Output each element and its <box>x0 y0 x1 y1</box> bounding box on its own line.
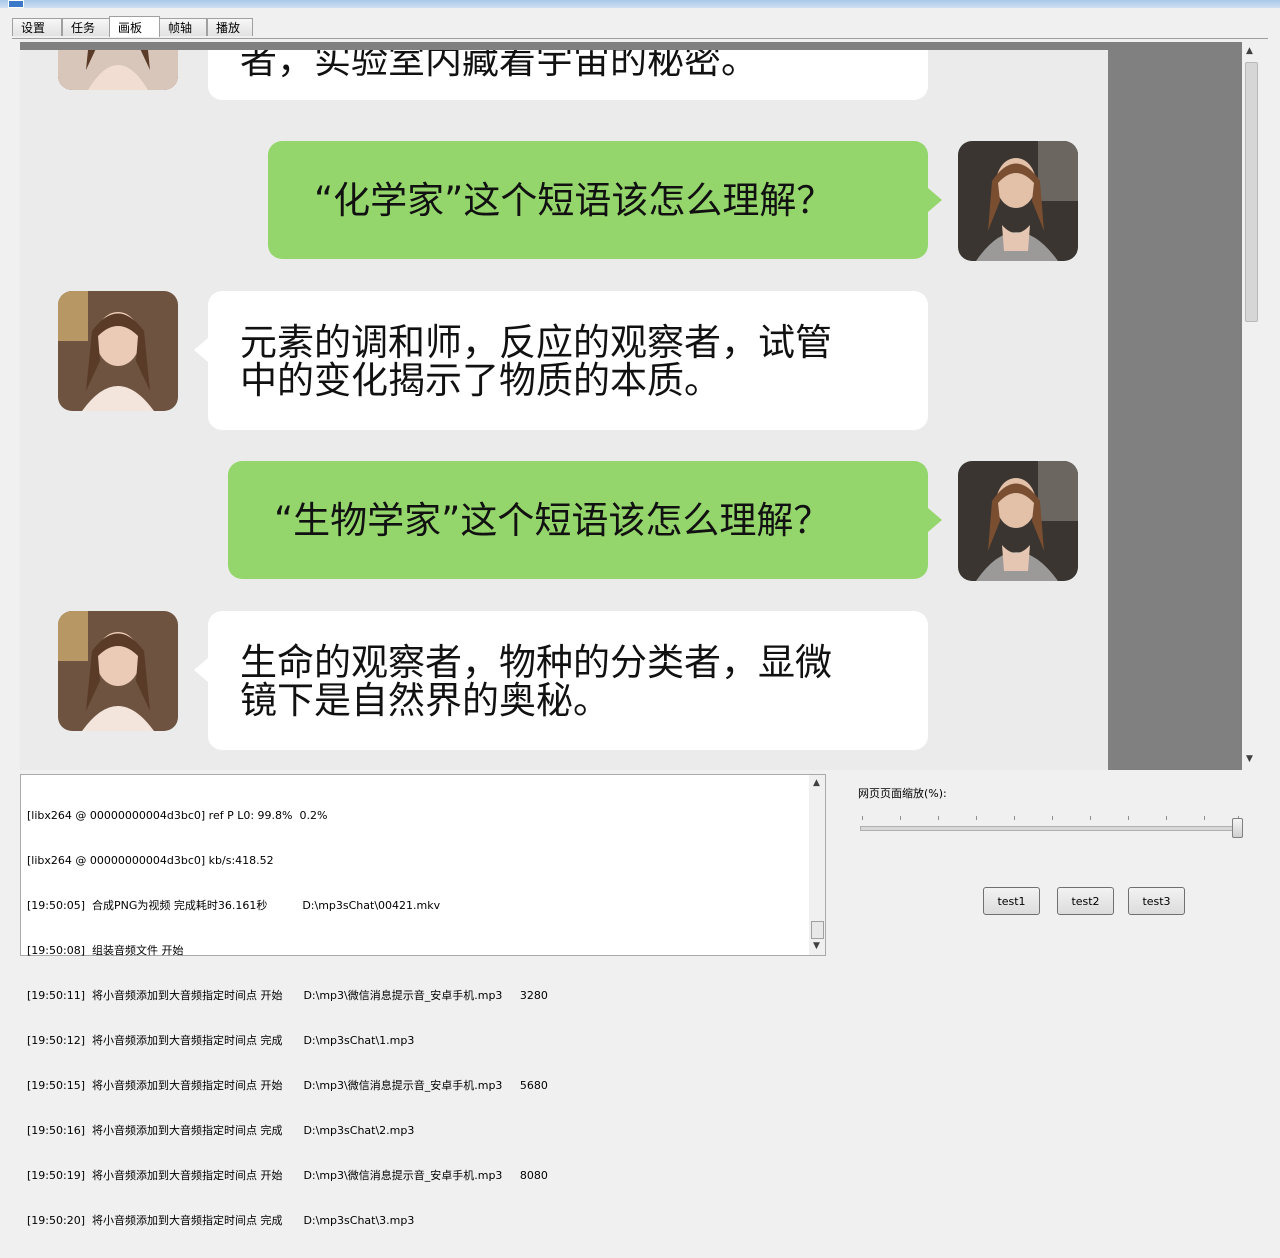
message-text-line: 生命的观察者，物种的分类者，显微 <box>240 641 832 684</box>
tab-settings[interactable]: 设置 <box>12 18 62 36</box>
scrollbar-thumb[interactable] <box>1245 62 1258 322</box>
app-icon <box>8 0 24 8</box>
chat-bubble-left: 生命的观察者，物种的分类者，显微 镜下是自然界的奥秘。 <box>208 611 928 750</box>
message-text: “化学家”这个短语该怎么理解？ <box>314 179 834 222</box>
log-line: [libx264 @ 00000000004d3bc0] ref P L0: 9… <box>27 809 328 822</box>
log-line: [19:50:12] 将小音频添加到大音频指定时间点 完成 D:\mp3sCha… <box>27 1034 415 1047</box>
slider-tick <box>900 816 901 820</box>
slider-tick <box>1204 816 1205 820</box>
avatar-left <box>58 291 178 411</box>
slider-tick <box>1052 816 1053 820</box>
slider-tick <box>862 816 863 820</box>
chat-bubble-left: 者，实验室内藏着宇宙的秘密。 <box>208 50 928 100</box>
chat-bubble-right: “化学家”这个短语该怎么理解？ <box>268 141 928 259</box>
person-photo-icon <box>58 611 178 731</box>
slider-tick <box>1090 816 1091 820</box>
slider-tick <box>1014 816 1015 820</box>
tab-timeline[interactable]: 帧轴 <box>159 18 207 36</box>
down-arrow-icon[interactable]: ▼ <box>1246 754 1253 764</box>
person-photo-icon <box>58 291 178 411</box>
slider-tick <box>1128 816 1129 820</box>
log-line: [libx264 @ 00000000004d3bc0] kb/s:418.52 <box>27 854 274 867</box>
log-line: [19:50:19] 将小音频添加到大音频指定时间点 开始 D:\mp3\微信消… <box>27 1169 548 1182</box>
scrollbar-thumb[interactable] <box>811 921 824 939</box>
log-line: [19:50:05] 合成PNG为视频 完成耗时36.161秒 D:\mp3sC… <box>27 899 441 912</box>
log-textarea[interactable]: [libx264 @ 00000000004d3bc0] ref P L0: 9… <box>20 774 826 1227</box>
person-photo-icon <box>958 141 1078 261</box>
message-text-line: 中的变化揭示了物质的本质。 <box>240 359 721 402</box>
person-photo-icon <box>958 461 1078 581</box>
slider-tick <box>976 816 977 820</box>
zoom-label: 网页页面缩放(%): <box>858 787 947 800</box>
zoom-slider-handle[interactable] <box>1232 818 1243 838</box>
up-arrow-icon[interactable]: ▲ <box>813 778 820 788</box>
tab-content-border <box>12 38 1268 39</box>
window-titlebar <box>0 0 1280 8</box>
person-photo-icon <box>58 50 178 90</box>
up-arrow-icon[interactable]: ▲ <box>1246 46 1253 56</box>
message-text: 者，实验室内藏着宇宙的秘密。 <box>240 50 758 82</box>
slider-tick <box>1166 816 1167 820</box>
bubble-tail <box>928 508 942 532</box>
log-line: [19:50:11] 将小音频添加到大音频指定时间点 开始 D:\mp3\微信消… <box>27 989 548 1002</box>
canvas-vertical-scrollbar[interactable]: ▲ ▼ <box>1242 42 1259 770</box>
log-lines: [libx264 @ 00000000004d3bc0] ref P L0: 9… <box>27 778 548 1258</box>
down-arrow-icon[interactable]: ▼ <box>813 941 820 951</box>
canvas-viewport[interactable]: 者，实验室内藏着宇宙的秘密。 “化学家”这个短语该怎么理解？ 元素的调和师，反应… <box>20 42 1242 770</box>
log-line: [19:50:20] 将小音频添加到大音频指定时间点 完成 D:\mp3sCha… <box>27 1214 415 1227</box>
log-line: [19:50:15] 将小音频添加到大音频指定时间点 开始 D:\mp3\微信消… <box>27 1079 548 1092</box>
chat-bubble-left: 元素的调和师，反应的观察者，试管 中的变化揭示了物质的本质。 <box>208 291 928 430</box>
message-text: “生物学家”这个短语该怎么理解？ <box>274 499 831 542</box>
log-line: [19:50:08] 组装音频文件 开始 <box>27 944 184 957</box>
avatar-right <box>958 141 1078 261</box>
message-text-line: 元素的调和师，反应的观察者，试管 <box>240 321 832 364</box>
tab-tasks[interactable]: 任务 <box>62 18 110 36</box>
log-line: [19:50:16] 将小音频添加到大音频指定时间点 完成 D:\mp3sCha… <box>27 1124 415 1137</box>
log-scrollbar[interactable]: ▲ ▼ <box>809 775 825 955</box>
message-text-line: 镜下是自然界的奥秘。 <box>240 679 610 722</box>
chat-bubble-right: “生物学家”这个短语该怎么理解？ <box>228 461 928 579</box>
avatar-right <box>958 461 1078 581</box>
chat-canvas: 者，实验室内藏着宇宙的秘密。 “化学家”这个短语该怎么理解？ 元素的调和师，反应… <box>20 50 1108 770</box>
bubble-tail <box>194 338 208 362</box>
test3-button[interactable]: test3 <box>1128 887 1185 915</box>
avatar-left <box>58 50 178 90</box>
slider-tick <box>938 816 939 820</box>
avatar-left <box>58 611 178 731</box>
test2-button[interactable]: test2 <box>1057 887 1114 915</box>
tab-play[interactable]: 播放 <box>207 18 253 36</box>
test1-button[interactable]: test1 <box>983 887 1040 915</box>
bubble-tail <box>928 188 942 212</box>
bubble-tail <box>194 658 208 682</box>
zoom-slider-track[interactable] <box>860 826 1242 831</box>
tab-canvas[interactable]: 画板 <box>109 16 160 37</box>
